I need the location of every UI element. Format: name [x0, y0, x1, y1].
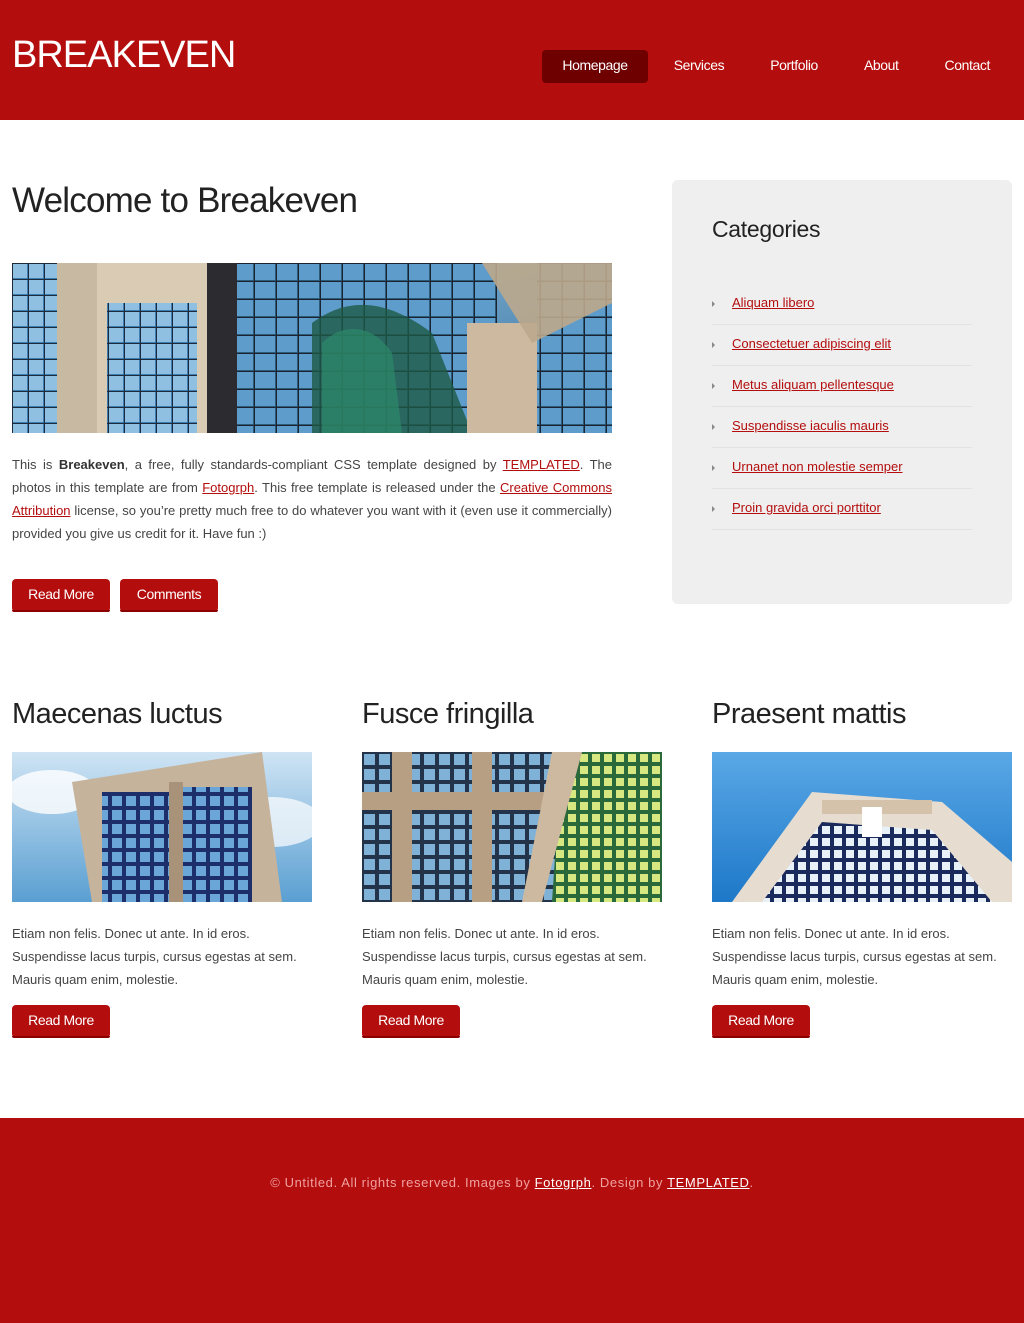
site-footer: [0, 1118, 1024, 1323]
nav-item-services: Services: [654, 50, 744, 83]
column-title-3: Praesent mattis: [712, 698, 906, 730]
category-link[interactable]: Metus aliquam pellentesque: [732, 377, 894, 392]
footer-fotogrph-link[interactable]: Fotogrph: [535, 1175, 592, 1190]
hero-building-photo: [12, 263, 612, 433]
footer-templated-link[interactable]: TEMPLATED: [667, 1175, 749, 1190]
intro-paragraph: This is Breakeven, a free, fully standar…: [12, 457, 613, 541]
nav-item-homepage: Homepage: [542, 50, 648, 83]
fotogrph-link[interactable]: Fotogrph: [202, 480, 254, 495]
list-item: Consectetuer adipiscing elit: [712, 325, 972, 366]
category-list: Aliquam libero Consectetuer adipiscing e…: [712, 284, 972, 530]
read-more-button[interactable]: Read More: [12, 579, 110, 612]
nav-item-contact: Contact: [925, 50, 1010, 83]
category-link[interactable]: Consectetuer adipiscing elit: [732, 336, 891, 351]
nav-item-about: About: [844, 50, 919, 83]
bullet-arrow-icon: [712, 424, 715, 430]
bullet-arrow-icon: [712, 383, 715, 389]
column-title-1: Maecenas luctus: [12, 698, 223, 730]
column-text-2: Etiam non felis. Donec ut ante. In id er…: [362, 926, 647, 987]
brand-name: Breakeven: [58, 457, 125, 472]
templated-link[interactable]: TEMPLATED: [503, 457, 580, 472]
column-text-3: Etiam non felis. Donec ut ante. In id er…: [712, 926, 997, 987]
column-text-1: Etiam non felis. Donec ut ante. In id er…: [12, 926, 297, 987]
category-link[interactable]: Proin gravida orci porttitor: [732, 500, 881, 515]
column-read-more-button-1[interactable]: Read More: [12, 1005, 110, 1038]
sidebar-title: Categories: [712, 216, 821, 242]
nav-item-portfolio: Portfolio: [750, 50, 838, 83]
list-item: Metus aliquam pellentesque: [712, 366, 972, 407]
nav-link-portfolio[interactable]: Portfolio: [750, 50, 838, 83]
column-read-more-button-3[interactable]: Read More: [712, 1005, 810, 1038]
column-title-2: Fusce fringilla: [362, 698, 534, 730]
footer-copyright: © Untitled. All rights reserved. Images …: [270, 1175, 754, 1190]
list-item: Urnanet non molestie semper: [712, 448, 972, 489]
site-logo[interactable]: BREAKEVEN: [12, 34, 236, 77]
column-photo-2: [362, 752, 662, 902]
page-title: Welcome to Breakeven: [12, 181, 358, 220]
category-link[interactable]: Suspendisse iaculis mauris: [732, 418, 889, 433]
bullet-arrow-icon: [712, 506, 715, 512]
list-item: Proin gravida orci porttitor: [712, 489, 972, 530]
main-nav: Homepage Services Portfolio About Contac…: [536, 50, 1010, 83]
categories-sidebar: Categories Aliquam libero Consectetuer a…: [672, 180, 1012, 604]
site-header: BREAKEVEN Homepage Services Portfolio Ab…: [0, 0, 1024, 120]
nav-link-services[interactable]: Services: [654, 50, 744, 83]
bullet-arrow-icon: [712, 465, 715, 471]
nav-link-about[interactable]: About: [844, 50, 919, 83]
bullet-arrow-icon: [712, 301, 715, 307]
column-photo-3: [712, 752, 1012, 902]
category-link[interactable]: Urnanet non molestie semper: [732, 459, 903, 474]
list-item: Suspendisse iaculis mauris: [712, 407, 972, 448]
column-read-more-button-2[interactable]: Read More: [362, 1005, 460, 1038]
column-photo-1: [12, 752, 312, 902]
category-link[interactable]: Aliquam libero: [732, 295, 814, 310]
nav-link-contact[interactable]: Contact: [925, 50, 1010, 83]
list-item: Aliquam libero: [712, 284, 972, 325]
bullet-arrow-icon: [712, 342, 715, 348]
comments-button[interactable]: Comments: [120, 579, 218, 612]
nav-link-homepage[interactable]: Homepage: [542, 50, 648, 83]
